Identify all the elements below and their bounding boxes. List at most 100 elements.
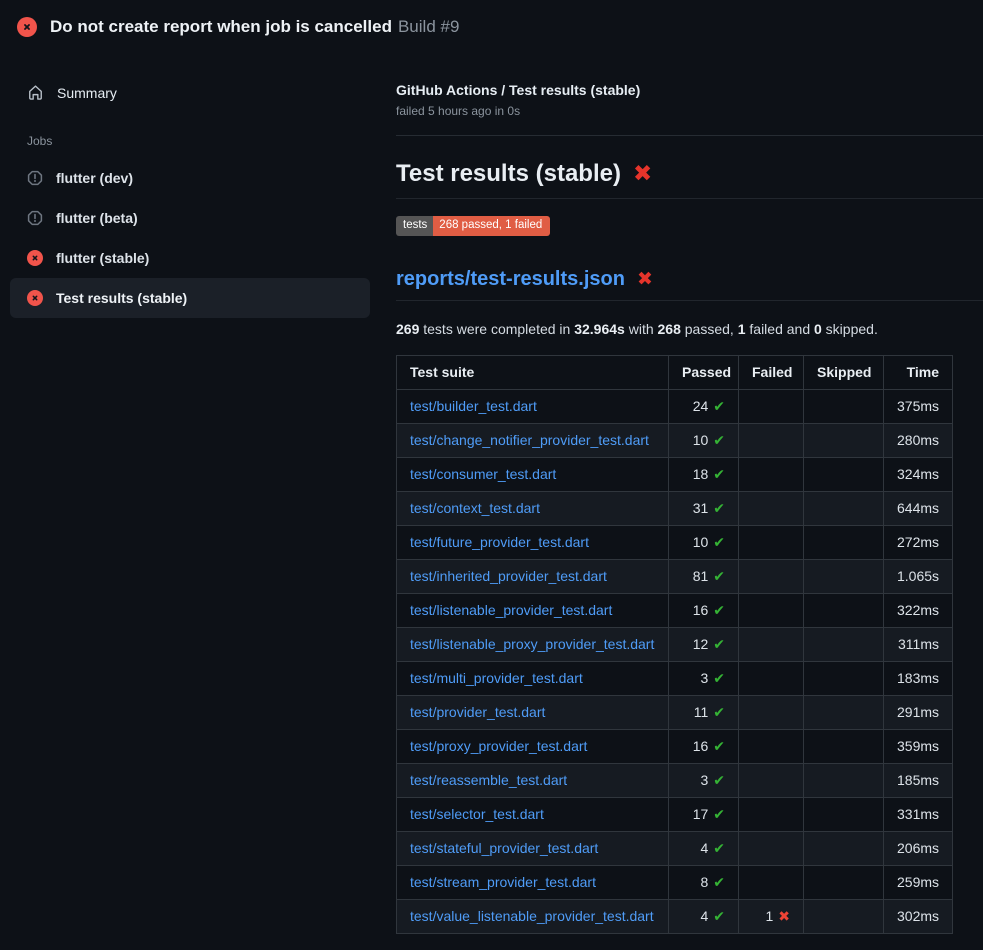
summary-segment: tests were completed in (419, 321, 574, 337)
sidebar-job-item[interactable]: Test results (stable) (10, 278, 370, 318)
table-row: test/provider_test.dart11✔291ms (397, 695, 953, 729)
breadcrumb: GitHub Actions / Test results (stable) (396, 82, 983, 98)
cross-icon: ✖ (637, 268, 653, 290)
cell-failed (739, 423, 804, 457)
cell-failed (739, 559, 804, 593)
test-suite-link[interactable]: test/multi_provider_test.dart (410, 670, 583, 686)
test-suite-link[interactable]: test/inherited_provider_test.dart (410, 568, 607, 584)
passed-count: 17 (693, 806, 709, 822)
cell-passed: 10✔ (669, 525, 739, 559)
section-heading: Test results (stable) ✖ (396, 160, 983, 199)
check-icon: ✔ (713, 637, 725, 653)
check-icon: ✔ (713, 875, 725, 891)
cell-skipped (804, 457, 884, 491)
test-suite-link[interactable]: test/listenable_proxy_provider_test.dart (410, 636, 654, 652)
test-suite-link[interactable]: test/proxy_provider_test.dart (410, 738, 587, 754)
cell-time: 644ms (884, 491, 953, 525)
summary-segment: 32.964s (574, 321, 625, 337)
tests-status-badge: tests 268 passed, 1 failed (396, 216, 550, 236)
sidebar-job-item[interactable]: flutter (beta) (10, 198, 370, 238)
cell-test-suite: test/stateful_provider_test.dart (397, 831, 669, 865)
cell-passed: 12✔ (669, 627, 739, 661)
table-row: test/value_listenable_provider_test.dart… (397, 899, 953, 933)
cell-time: 324ms (884, 457, 953, 491)
cell-failed (739, 831, 804, 865)
summary-segment: skipped. (822, 321, 878, 337)
sidebar-job-item[interactable]: flutter (dev) (10, 158, 370, 198)
cell-test-suite: test/selector_test.dart (397, 797, 669, 831)
check-icon: ✔ (713, 569, 725, 585)
cell-failed (739, 865, 804, 899)
passed-count: 81 (693, 568, 709, 584)
cell-failed (739, 729, 804, 763)
cell-skipped (804, 831, 884, 865)
cell-skipped (804, 865, 884, 899)
cell-failed (739, 491, 804, 525)
test-suite-link[interactable]: test/builder_test.dart (410, 398, 537, 414)
table-row: test/builder_test.dart24✔375ms (397, 389, 953, 423)
passed-count: 10 (693, 432, 709, 448)
sidebar-item-summary[interactable]: Summary (0, 76, 380, 109)
test-suite-link[interactable]: test/reassemble_test.dart (410, 772, 567, 788)
cell-time: 322ms (884, 593, 953, 627)
cell-passed: 16✔ (669, 593, 739, 627)
check-icon: ✔ (713, 467, 725, 483)
cross-icon: ✖ (633, 161, 652, 187)
cell-time: 331ms (884, 797, 953, 831)
test-suite-link[interactable]: test/change_notifier_provider_test.dart (410, 432, 649, 448)
test-suite-link[interactable]: test/context_test.dart (410, 500, 540, 516)
sidebar: Summary Jobs flutter (dev) flutter (beta… (0, 52, 380, 318)
cell-time: 272ms (884, 525, 953, 559)
test-suite-link[interactable]: test/consumer_test.dart (410, 466, 556, 482)
cell-skipped (804, 763, 884, 797)
check-icon: ✔ (713, 739, 725, 755)
passed-count: 16 (693, 602, 709, 618)
cell-passed: 4✔ (669, 831, 739, 865)
check-icon: ✔ (713, 841, 725, 857)
page-title: Do not create report when job is cancell… (50, 17, 392, 36)
report-file-link[interactable]: reports/test-results.json (396, 268, 625, 291)
table-row: test/change_notifier_provider_test.dart 1… (397, 423, 953, 457)
cell-passed: 17✔ (669, 797, 739, 831)
passed-count: 10 (693, 534, 709, 550)
jobs-list: flutter (dev) flutter (beta) flutter (st… (0, 158, 380, 318)
check-icon: ✔ (713, 433, 725, 449)
table-row: test/inherited_provider_test.dart 81✔ 1.06… (397, 559, 953, 593)
cell-time: 291ms (884, 695, 953, 729)
summary-segment: with (625, 321, 658, 337)
test-suite-link[interactable]: test/listenable_provider_test.dart (410, 602, 612, 618)
table-row: test/stateful_provider_test.dart4✔206ms (397, 831, 953, 865)
cell-time: 359ms (884, 729, 953, 763)
cell-passed: 31✔ (669, 491, 739, 525)
test-suite-link[interactable]: test/value_listenable_provider_test.dart (410, 908, 654, 924)
cell-time: 375ms (884, 389, 953, 423)
sidebar-job-item[interactable]: flutter (stable) (10, 238, 370, 278)
sidebar-job-label: flutter (dev) (56, 170, 133, 186)
cell-skipped (804, 797, 884, 831)
check-icon: ✔ (713, 773, 725, 789)
test-suite-link[interactable]: test/selector_test.dart (410, 806, 544, 822)
test-suite-link[interactable]: test/stateful_provider_test.dart (410, 840, 598, 856)
cell-time: 185ms (884, 763, 953, 797)
cell-test-suite: test/provider_test.dart (397, 695, 669, 729)
test-suite-link[interactable]: test/future_provider_test.dart (410, 534, 589, 550)
passed-count: 4 (700, 840, 708, 856)
table-row: test/stream_provider_test.dart8✔259ms (397, 865, 953, 899)
cell-test-suite: test/reassemble_test.dart (397, 763, 669, 797)
passed-count: 18 (693, 466, 709, 482)
summary-segment: 269 (396, 321, 419, 337)
cell-time: 1.065s (884, 559, 953, 593)
cell-passed: 8✔ (669, 865, 739, 899)
cell-time: 183ms (884, 661, 953, 695)
check-icon: ✔ (713, 535, 725, 551)
cell-time: 280ms (884, 423, 953, 457)
x-circle-icon (27, 290, 43, 306)
summary-segment: failed and (746, 321, 815, 337)
job-status-icon-slot (27, 290, 43, 306)
test-suite-link[interactable]: test/provider_test.dart (410, 704, 545, 720)
passed-count: 24 (693, 398, 709, 414)
column-header: Time (884, 355, 953, 389)
test-suite-link[interactable]: test/stream_provider_test.dart (410, 874, 596, 890)
cell-failed (739, 389, 804, 423)
sidebar-job-label: flutter (beta) (56, 210, 138, 226)
